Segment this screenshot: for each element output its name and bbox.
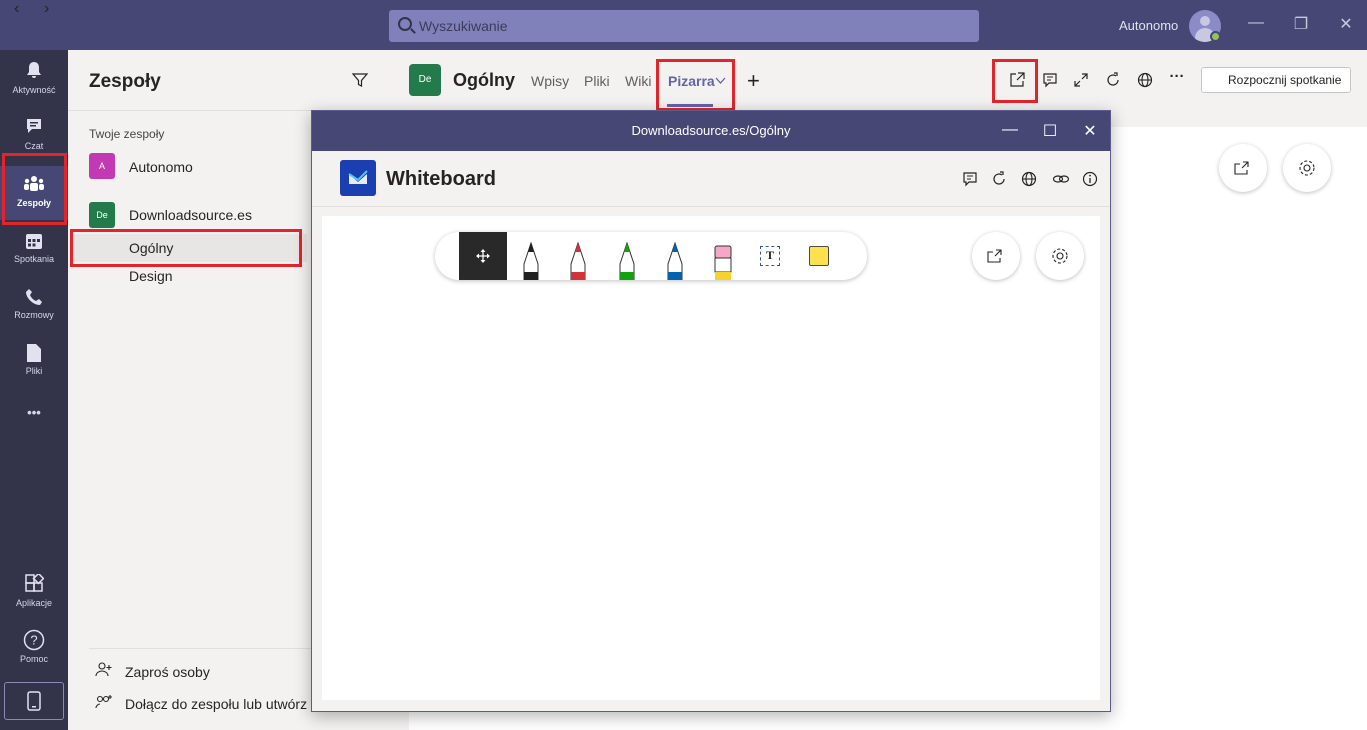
highlight-box-tab — [656, 59, 735, 111]
minimize-icon[interactable]: — — [1241, 14, 1271, 32]
share-icon — [1234, 161, 1249, 175]
black-pen-icon[interactable] — [520, 242, 542, 280]
wb-info-icon[interactable] — [1082, 171, 1098, 187]
rail-item-activity[interactable]: Aktywność — [0, 54, 68, 108]
tab-posts[interactable]: Wpisy — [531, 73, 569, 89]
search-icon — [398, 17, 412, 31]
filter-icon[interactable] — [352, 72, 368, 88]
search-input[interactable] — [419, 10, 959, 42]
rail-item-meetings[interactable]: Spotkania — [0, 226, 68, 280]
invite-people-icon — [95, 662, 112, 677]
phone-icon — [26, 289, 42, 305]
rail-item-label: Pomoc — [19, 654, 48, 664]
channel-title: Ogólny — [453, 70, 515, 90]
team-avatar[interactable]: De — [89, 202, 115, 228]
globe-icon[interactable] — [1137, 72, 1153, 88]
bell-icon — [27, 62, 41, 78]
more-apps-icon[interactable]: ••• — [0, 400, 68, 454]
rail-item-label: Aktywność — [12, 85, 56, 95]
file-icon — [27, 344, 41, 362]
team-name[interactable]: Downloadsource.es — [129, 207, 252, 223]
calendar-icon — [26, 234, 42, 249]
add-tab-button[interactable]: + — [747, 68, 760, 94]
channel-item-design[interactable]: Design — [72, 262, 307, 290]
sticky-note-icon[interactable] — [809, 246, 829, 266]
gear-icon — [1052, 248, 1068, 264]
share-button[interactable] — [1219, 144, 1267, 192]
settings-button[interactable] — [1283, 144, 1331, 192]
share-icon — [987, 249, 1002, 263]
phone-device-icon — [27, 691, 41, 711]
close-icon[interactable]: ✕ — [1331, 14, 1361, 34]
wb-refresh-icon[interactable] — [991, 171, 1007, 187]
wb-conversation-icon[interactable] — [962, 171, 978, 187]
team-name[interactable]: Autonomo — [129, 159, 193, 175]
restore-icon[interactable]: ❐ — [1286, 14, 1316, 34]
back-arrow-icon[interactable]: ‹ — [14, 0, 19, 18]
rail-item-calls[interactable]: Rozmowy — [0, 282, 68, 336]
more-options-icon[interactable]: ··· — [1168, 68, 1186, 86]
rail-item-apps[interactable]: Aplikacje — [0, 570, 68, 624]
whiteboard-app-title: Whiteboard — [386, 168, 496, 190]
refresh-icon[interactable] — [1105, 72, 1121, 88]
popout-minimize-icon[interactable]: — — [1000, 121, 1020, 139]
text-tool-button[interactable]: T — [760, 246, 780, 266]
user-name: Autonomo — [1119, 18, 1179, 33]
your-teams-heading: Twoje zespoły — [89, 127, 165, 141]
eraser-icon[interactable] — [712, 242, 734, 280]
expand-icon[interactable] — [1073, 72, 1089, 88]
red-pen-icon[interactable] — [567, 242, 589, 280]
wb-link-icon[interactable] — [1052, 171, 1070, 187]
rail-item-label: Aplikacje — [15, 598, 53, 608]
rail-item-label: Czat — [24, 141, 44, 151]
wb-settings-button[interactable] — [1036, 232, 1084, 280]
popout-window-title: Downloadsource.es/Ogólny — [631, 123, 791, 138]
help-icon: ? — [23, 629, 45, 651]
rail-item-help[interactable]: ? Pomoc — [0, 626, 68, 680]
chat-icon — [27, 119, 41, 133]
rail-item-label: Pliki — [25, 366, 43, 376]
channel-team-avatar: De — [409, 64, 441, 96]
team-avatar[interactable]: A — [89, 153, 115, 179]
conversation-icon[interactable] — [1042, 72, 1058, 88]
teams-pane-title: Zespoły — [89, 71, 161, 92]
join-team-icon — [95, 695, 112, 709]
rail-item-label: Rozmowy — [14, 310, 54, 320]
wb-share-button[interactable] — [972, 232, 1020, 280]
green-pen-icon[interactable] — [616, 242, 638, 280]
svg-text:?: ? — [30, 633, 37, 648]
move-arrows-icon — [476, 249, 490, 263]
blue-pen-icon[interactable] — [664, 242, 686, 280]
mobile-app-button[interactable] — [4, 682, 64, 720]
highlight-box-teams — [2, 153, 67, 225]
popout-maximize-icon[interactable]: ☐ — [1040, 121, 1060, 141]
presence-status-icon — [1210, 31, 1221, 42]
whiteboard-canvas[interactable] — [322, 216, 1100, 700]
whiteboard-logo-icon — [340, 160, 376, 196]
tab-files[interactable]: Pliki — [584, 73, 610, 89]
rail-item-files[interactable]: Pliki — [0, 338, 68, 392]
move-tool-button[interactable] — [459, 232, 507, 280]
tab-wiki[interactable]: Wiki — [625, 73, 651, 89]
rail-item-label: Spotkania — [13, 254, 55, 264]
gear-icon — [1299, 160, 1315, 176]
join-team-link[interactable]: Dołącz do zespołu lub utwórz — [125, 696, 307, 712]
invite-people-link[interactable]: Zaproś osoby — [125, 664, 210, 680]
forward-arrow-icon[interactable]: › — [44, 0, 49, 18]
popout-close-icon[interactable]: ✕ — [1080, 121, 1100, 141]
start-meeting-button[interactable]: Rozpocznij spotkanie — [1201, 67, 1351, 93]
wb-globe-icon[interactable] — [1021, 171, 1037, 187]
highlight-box-popout — [992, 59, 1038, 103]
apps-icon — [25, 572, 45, 592]
